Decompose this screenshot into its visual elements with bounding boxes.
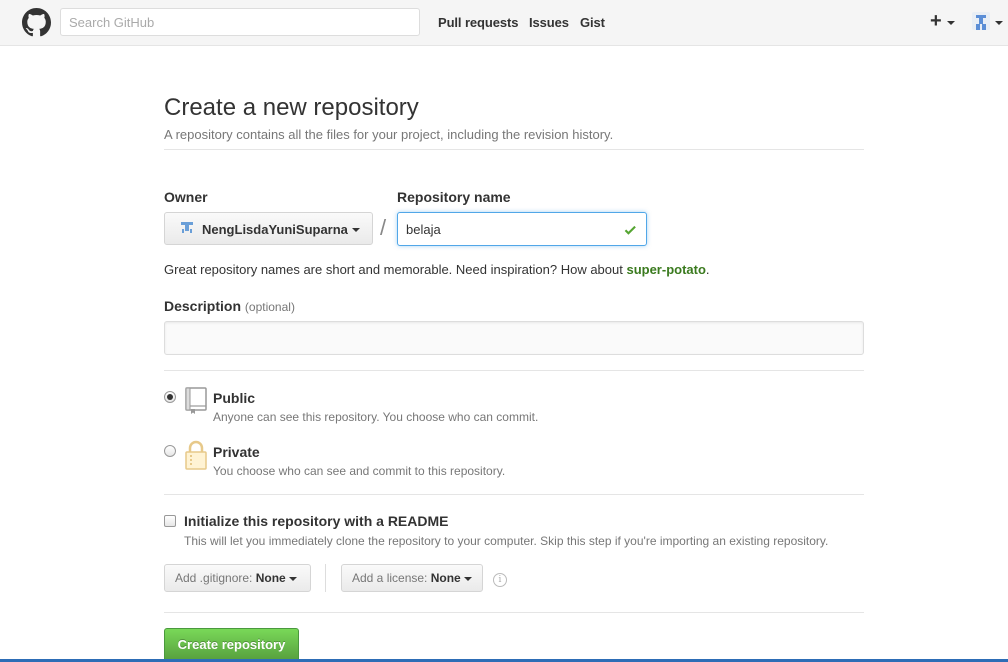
readme-title[interactable]: Initialize this repository with a README <box>184 513 448 529</box>
divider <box>164 149 864 150</box>
description-label-text: Description <box>164 298 242 314</box>
repo-name-hint: Great repository names are short and mem… <box>164 262 710 277</box>
divider <box>164 370 864 371</box>
owner-select[interactable]: NengLisdaYuniSuparna <box>164 212 373 245</box>
private-radio[interactable] <box>164 445 176 457</box>
optional-tag: (optional) <box>244 300 295 314</box>
chevron-down-icon <box>289 576 298 581</box>
public-radio[interactable] <box>164 391 176 403</box>
gitignore-value: None <box>255 571 286 585</box>
license-value: None <box>430 571 461 585</box>
chevron-down-icon <box>352 228 360 232</box>
private-title: Private <box>213 444 260 460</box>
owner-label: Owner <box>164 189 208 205</box>
page-title: Create a new repository <box>164 94 419 121</box>
github-logo-icon[interactable] <box>22 8 51 37</box>
search-input[interactable] <box>60 8 420 36</box>
chevron-down-icon[interactable] <box>947 21 955 25</box>
public-description: Anyone can see this repository. You choo… <box>213 410 539 424</box>
description-label: Description (optional) <box>164 298 295 314</box>
gitignore-select[interactable]: Add .gitignore: None <box>164 564 311 592</box>
divider <box>164 494 864 495</box>
hint-text: Great repository names are short and mem… <box>164 262 627 277</box>
readme-description: This will let you immediately clone the … <box>184 534 829 548</box>
license-select[interactable]: Add a license: None <box>341 564 483 592</box>
avatar[interactable] <box>972 12 990 30</box>
divider <box>164 612 864 613</box>
public-title: Public <box>213 390 256 406</box>
new-menu-plus-icon[interactable]: + <box>930 11 942 31</box>
create-repository-button[interactable]: Create repository <box>164 628 299 662</box>
repo-book-icon <box>185 387 207 414</box>
description-input[interactable] <box>164 321 864 355</box>
owner-repo-separator: / <box>380 215 387 240</box>
lock-icon <box>185 440 207 470</box>
info-icon[interactable]: i <box>493 573 507 587</box>
readme-checkbox[interactable] <box>164 515 176 527</box>
private-description: You choose who can see and commit to thi… <box>213 464 506 478</box>
nav-issues[interactable]: Issues <box>529 15 569 30</box>
top-header: Pull requests Issues Gist + <box>0 0 1008 46</box>
page-subtitle: A repository contains all the files for … <box>164 127 614 142</box>
owner-avatar-icon <box>181 222 193 234</box>
hint-end: . <box>705 262 710 277</box>
gitignore-label: Add .gitignore: <box>175 571 253 585</box>
suggested-name-link[interactable]: super-potato <box>626 262 705 277</box>
chevron-down-icon[interactable] <box>995 21 1003 25</box>
divider <box>325 564 326 592</box>
repo-name-input[interactable] <box>397 212 647 246</box>
repo-name-label: Repository name <box>397 189 511 205</box>
check-icon <box>624 225 636 235</box>
license-label: Add a license: <box>352 571 428 585</box>
nav-gist[interactable]: Gist <box>580 15 605 30</box>
nav-pull-requests[interactable]: Pull requests <box>438 15 518 30</box>
chevron-down-icon <box>464 576 473 581</box>
owner-name: NengLisdaYuniSuparna <box>202 222 348 237</box>
